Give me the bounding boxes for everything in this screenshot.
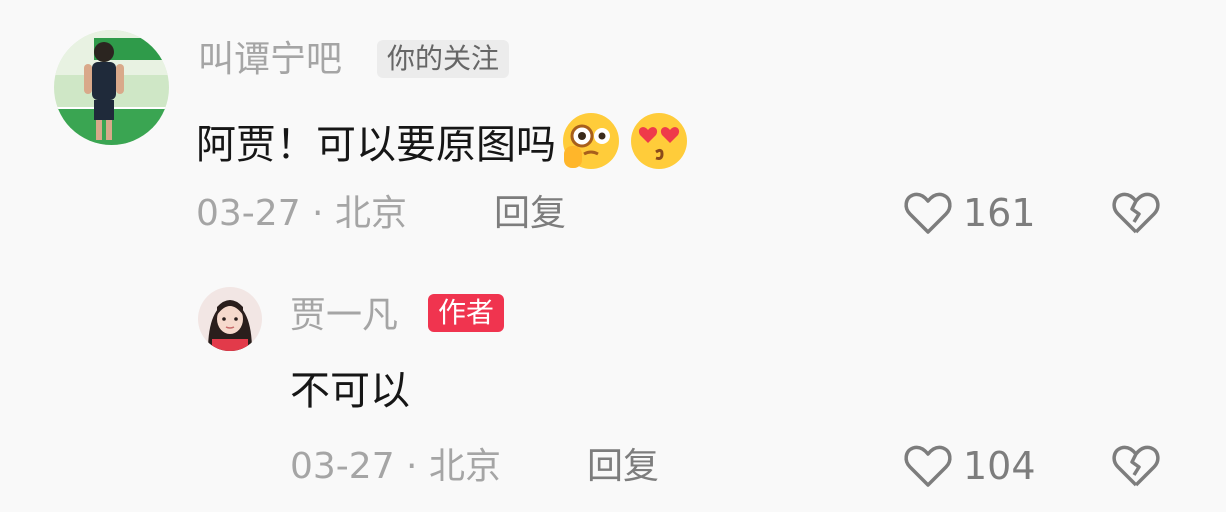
reply-comment-item: 贾一凡 作者 不可以 03-27 · 北京 回复 104 [0,270,1226,512]
broken-heart-icon [1112,443,1160,489]
username[interactable]: 叫谭宁吧 [198,40,342,80]
heart-outline-icon [903,190,953,236]
timestamp-location: 03-27 · 北京 [196,193,407,234]
comment-text[interactable]: 阿贾！可以要原图吗 [196,108,692,186]
reply-button[interactable]: 回复 [494,192,566,236]
avatar[interactable] [198,287,262,351]
monocle-face-emoji [558,108,624,186]
like-count: 161 [963,191,1036,235]
like-count: 104 [963,444,1036,488]
comment-item: 叫谭宁吧 你的关注 阿贾！可以要原图吗 03-27 · 北京 回复 161 [0,0,1226,270]
comment-text[interactable]: 不可以 [290,366,410,416]
avatar[interactable] [54,30,169,145]
username[interactable]: 贾一凡 [290,296,398,336]
dislike-button[interactable] [1112,443,1160,489]
timestamp-location: 03-27 · 北京 [290,446,501,487]
heart-outline-icon [903,443,953,489]
heart-eyes-kiss-emoji [626,108,692,186]
like-button[interactable]: 104 [903,443,1036,489]
broken-heart-icon [1112,190,1160,236]
like-button[interactable]: 161 [903,190,1036,236]
selfie-avatar-image [198,287,262,351]
reply-button[interactable]: 回复 [587,445,659,489]
author-badge: 作者 [428,294,505,332]
badminton-player-avatar-image [54,30,169,145]
following-badge: 你的关注 [377,40,510,78]
dislike-button[interactable] [1112,190,1160,236]
comment-text-content: 阿贾！可以要原图吗 [196,122,556,168]
